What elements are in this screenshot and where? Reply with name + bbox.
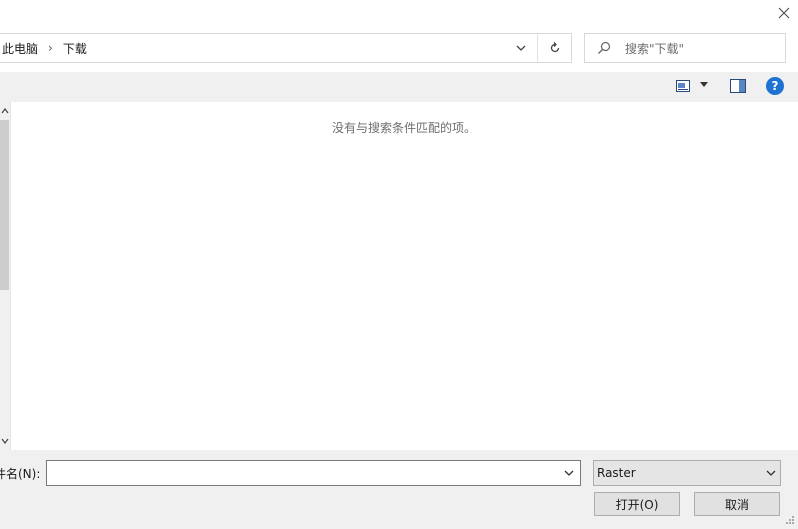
chevron-down-icon [516,45,526,51]
filename-history-dropdown[interactable] [558,461,580,485]
view-options-dropdown-icon[interactable] [700,82,708,88]
view-icon[interactable] [676,80,690,92]
refresh-icon [550,42,559,53]
breadcrumb-downloads[interactable]: 下载 [63,40,87,57]
address-history-dropdown[interactable] [507,34,535,62]
chevron-down-icon[interactable] [1,438,9,444]
filetype-value: Raster [597,466,636,480]
address-bar[interactable]: 此电脑 › 下载 [0,33,572,63]
dialog-footer: 件名(N): Raster 打开(O) 取消 [0,450,798,529]
close-icon [778,7,790,19]
help-icon[interactable]: ? [766,77,784,95]
preview-pane-icon[interactable] [730,79,746,93]
filetype-select[interactable]: Raster [593,460,781,486]
search-icon [598,41,611,54]
cancel-button[interactable]: 取消 [694,492,780,516]
chevron-down-icon [564,470,574,476]
open-button[interactable]: 打开(O) [594,492,680,516]
search-input[interactable]: 搜索"下载" [584,33,786,63]
breadcrumb-separator-icon[interactable]: › [48,41,53,55]
filename-label: 件名(N): [0,467,41,481]
search-placeholder: 搜索"下载" [625,42,685,56]
navigation-pane-scrollbar[interactable] [0,102,11,450]
filename-field[interactable] [46,460,581,486]
breadcrumb-this-pc[interactable]: 此电脑 [2,40,38,57]
breadcrumb: 此电脑 › 下载 [2,34,87,62]
chevron-up-icon[interactable] [1,108,9,114]
scrollbar-thumb[interactable] [0,120,9,290]
empty-results-message: 没有与搜索条件匹配的项。 [331,121,476,135]
filetype-dropdown[interactable] [762,461,780,485]
chevron-down-icon [766,470,776,476]
resize-grip-icon[interactable] [785,515,795,525]
refresh-button[interactable] [538,34,571,62]
toolbar: ? [0,72,798,102]
close-button[interactable] [770,2,798,24]
